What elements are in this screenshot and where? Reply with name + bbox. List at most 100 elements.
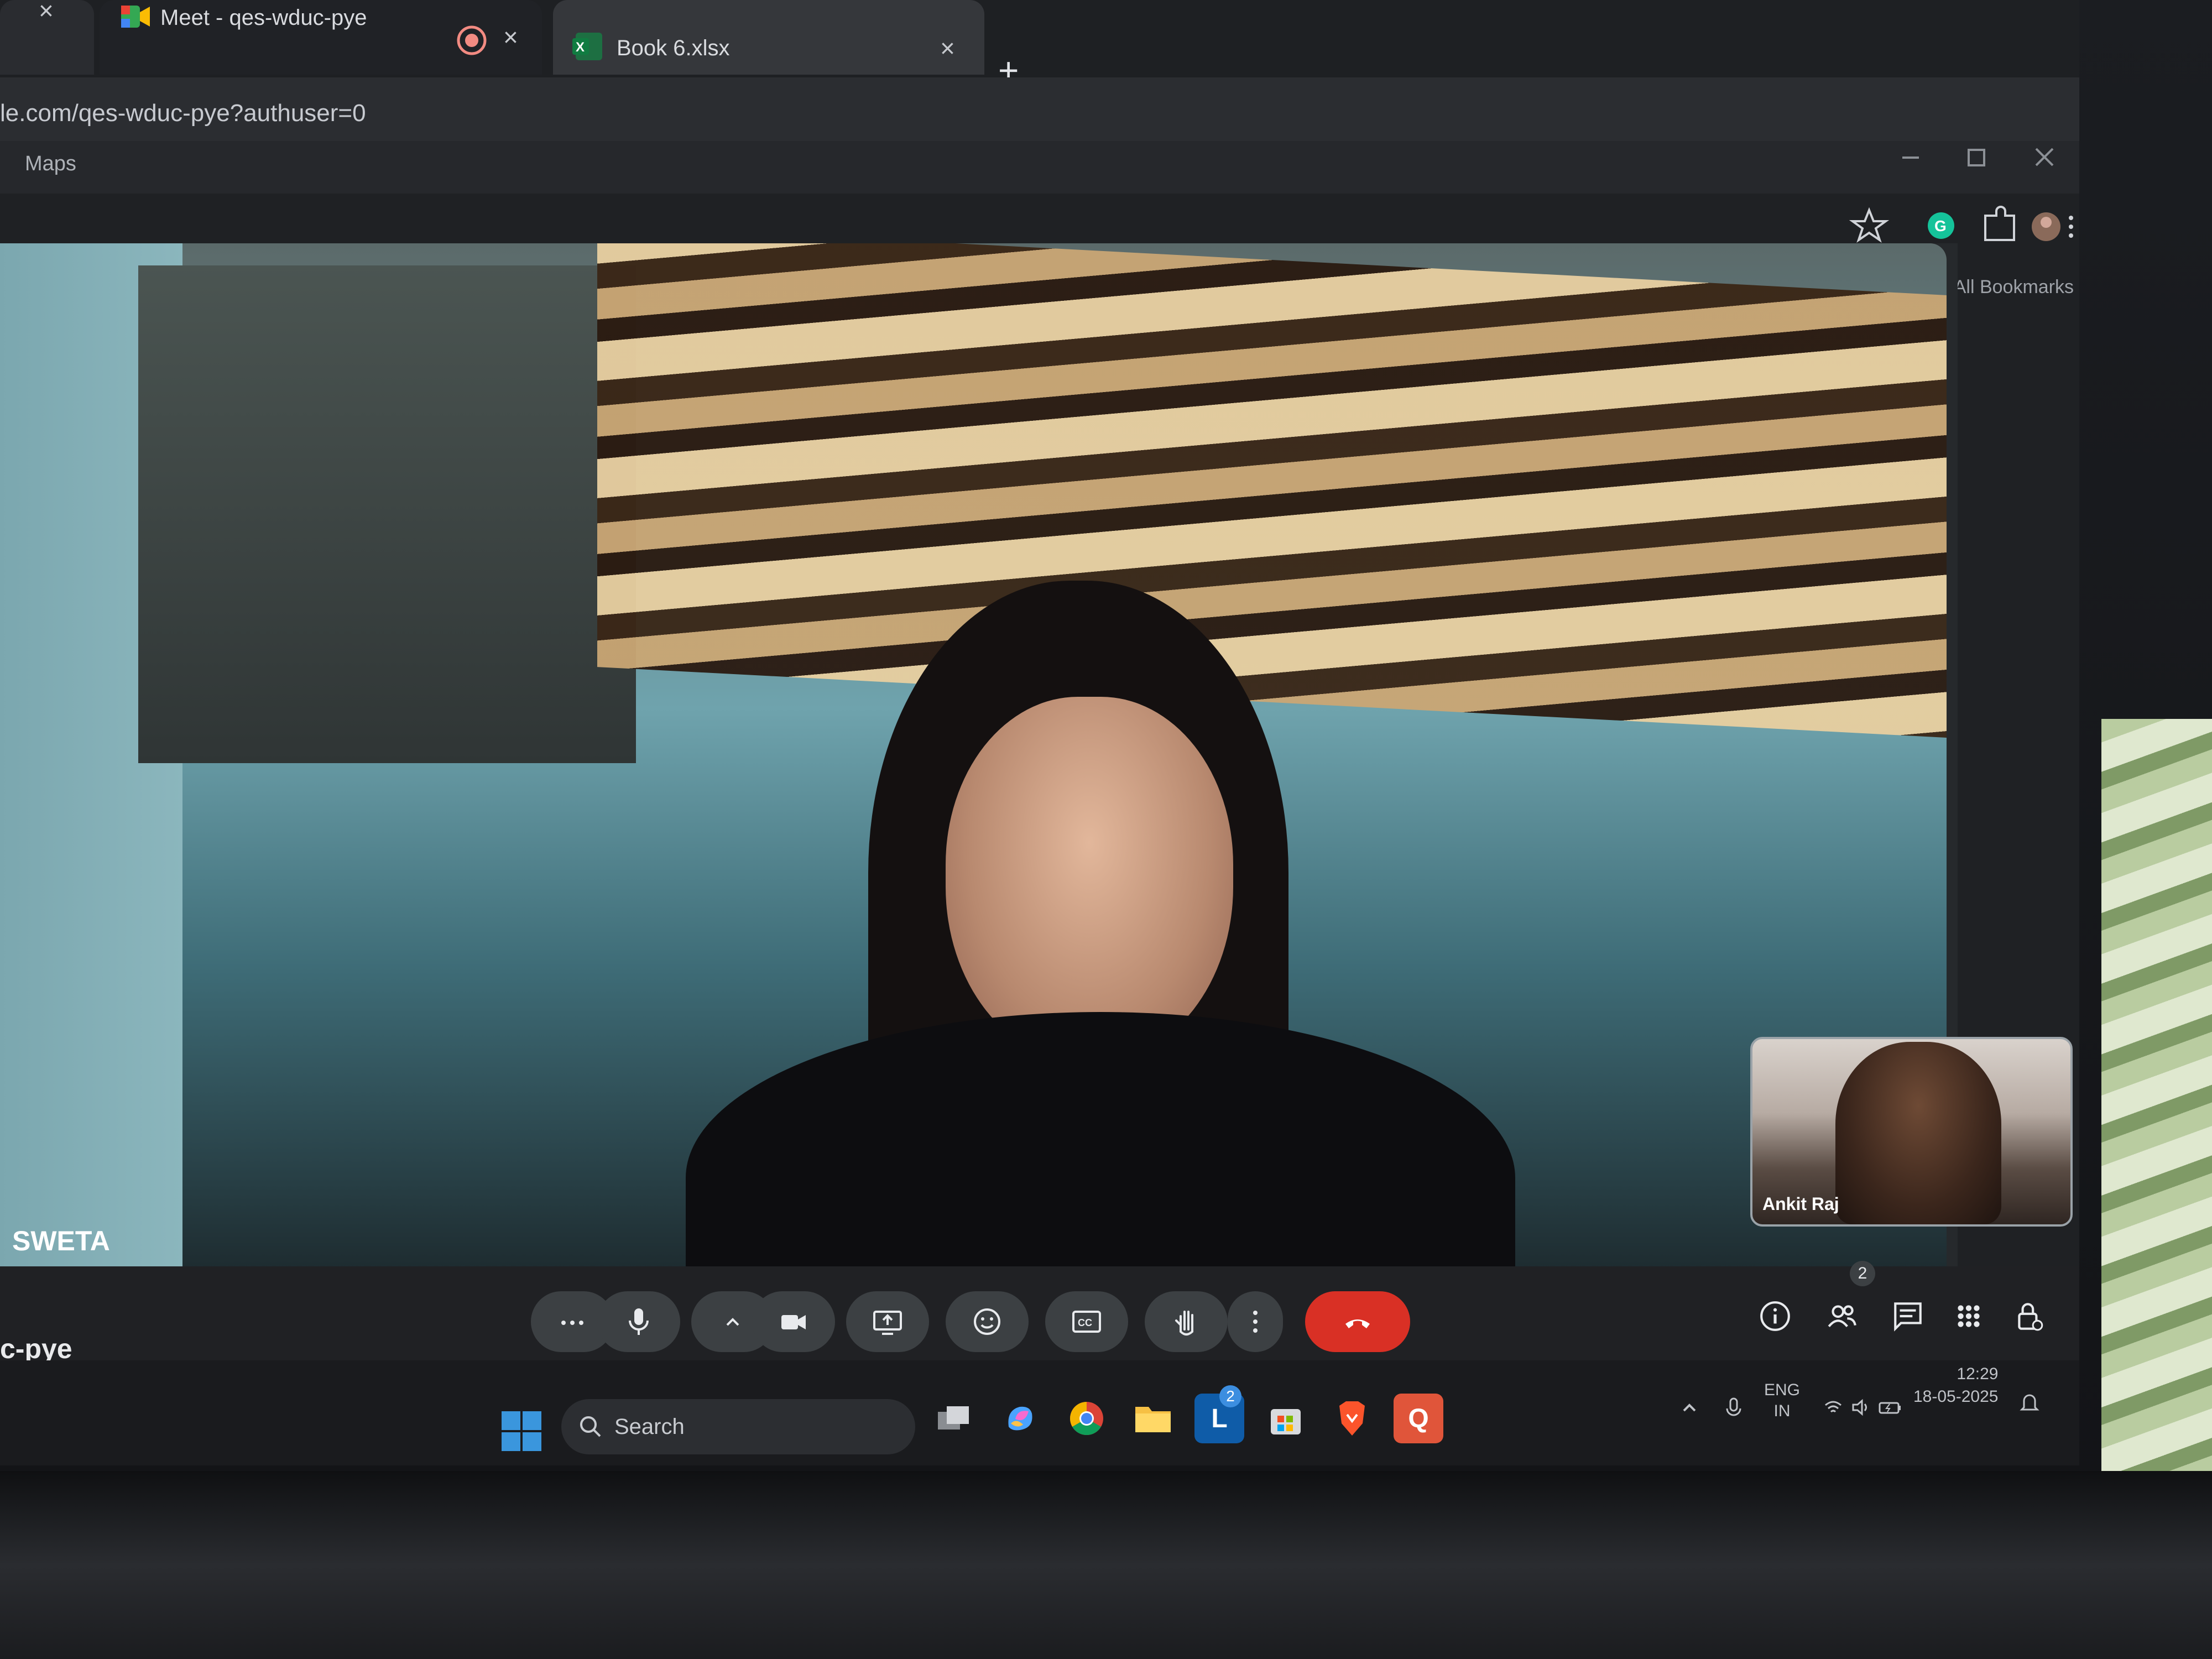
start-button[interactable]	[500, 1410, 542, 1452]
file-explorer-button[interactable]	[1128, 1394, 1178, 1443]
person-face	[946, 697, 1233, 1062]
window-controls	[1891, 141, 2068, 174]
host-controls-button[interactable]	[2002, 1288, 2057, 1344]
close-icon[interactable]: ×	[39, 0, 54, 25]
video-shelf	[138, 265, 636, 763]
tab-strip: × Meet - qes-wduc-pye × X Book 6.xlsx × …	[0, 0, 2079, 90]
people-button[interactable]	[1814, 1288, 1869, 1344]
chat-icon	[1894, 1302, 1922, 1332]
close-icon[interactable]	[2035, 148, 2054, 166]
q-app-icon: Q	[1408, 1404, 1429, 1433]
excel-icon: X	[572, 33, 602, 60]
menu-icon[interactable]	[2069, 216, 2073, 238]
q-app-button[interactable]: Q	[1394, 1394, 1443, 1443]
emoji-button[interactable]	[946, 1291, 1029, 1352]
svg-text:X: X	[576, 40, 585, 55]
language-region: IN	[1773, 1401, 1791, 1420]
store-icon	[1271, 1409, 1301, 1434]
chat-button[interactable]	[1880, 1288, 1936, 1344]
self-view-name: Ankit Raj	[1762, 1194, 1839, 1214]
camera-button[interactable]	[752, 1291, 835, 1352]
tab-book[interactable]: X Book 6.xlsx ×	[553, 0, 984, 75]
folder-icon	[1135, 1407, 1171, 1432]
more-options-button[interactable]	[1228, 1291, 1283, 1352]
present-button[interactable]	[846, 1291, 929, 1352]
tab-book-title: Book 6.xlsx	[617, 36, 730, 60]
clock[interactable]: 12:29 18-05-2025	[1913, 1363, 1998, 1408]
end-call-icon	[1345, 1319, 1370, 1328]
raise-hand-button[interactable]	[1145, 1291, 1228, 1352]
taskbar-search[interactable]: Search	[561, 1399, 915, 1454]
laptop-screen: × Meet - qes-wduc-pye × X Book 6.xlsx × …	[0, 0, 2079, 1465]
meeting-details-button[interactable]	[1747, 1288, 1803, 1344]
camera-icon	[781, 1315, 806, 1329]
microphone-icon	[629, 1308, 649, 1335]
laptop-keyboard-deck	[0, 1471, 2212, 1659]
participant-count-badge: 2	[1850, 1261, 1875, 1286]
meet-logo-icon	[121, 6, 150, 28]
lens-app-icon: L	[1211, 1404, 1228, 1433]
chrome-icon	[1070, 1402, 1103, 1436]
chrome-taskbar-button[interactable]	[1062, 1394, 1112, 1443]
leave-call-button[interactable]	[1305, 1291, 1410, 1352]
info-icon	[1760, 1301, 1790, 1331]
close-icon[interactable]: ×	[503, 22, 518, 52]
captions-icon: CC	[1072, 1311, 1101, 1333]
host-controls-icon	[2018, 1303, 2043, 1331]
language-code: ENG	[1764, 1381, 1801, 1399]
store-button[interactable]	[1261, 1394, 1311, 1443]
brave-button[interactable]	[1327, 1394, 1377, 1443]
close-icon[interactable]: ×	[940, 33, 955, 63]
microphone-button[interactable]	[597, 1291, 680, 1352]
recording-icon	[457, 25, 487, 55]
language-indicator[interactable]: ENG IN	[1764, 1380, 1800, 1421]
clock-date: 18-05-2025	[1913, 1387, 1999, 1406]
restore-icon[interactable]	[1968, 149, 1985, 166]
copilot-icon	[1008, 1406, 1032, 1431]
bookmarks-bar	[0, 141, 2079, 194]
participant-name: SWETA	[12, 1225, 110, 1256]
main-video-tile[interactable]: SWETA	[0, 243, 1947, 1277]
participant-video-person	[686, 581, 1515, 1277]
task-view-button[interactable]	[929, 1394, 979, 1443]
activities-button[interactable]	[1941, 1288, 1996, 1344]
wifi-icon[interactable]	[1822, 1396, 1844, 1418]
task-view-icon	[938, 1406, 969, 1430]
chevron-up-icon[interactable]	[1678, 1396, 1700, 1418]
brave-icon	[1339, 1401, 1365, 1436]
search-label: Search	[614, 1414, 685, 1439]
activities-icon	[1958, 1305, 1980, 1327]
star-icon[interactable]	[1849, 207, 1890, 243]
person-body	[686, 1012, 1515, 1277]
notifications-icon[interactable]	[2018, 1391, 2041, 1415]
system-tray: ENG IN	[1670, 1374, 2079, 1452]
people-icon	[1828, 1305, 1856, 1327]
copilot-button[interactable]	[995, 1394, 1045, 1443]
captions-button[interactable]: CC	[1045, 1291, 1128, 1352]
windows-logo-icon	[502, 1411, 541, 1451]
self-view-person	[1835, 1042, 2001, 1224]
chevron-up-icon	[726, 1318, 739, 1326]
emoji-icon	[974, 1308, 1000, 1335]
clock-time: 12:29	[1957, 1365, 1999, 1383]
profile-avatar-icon[interactable]	[2032, 212, 2060, 241]
volume-icon[interactable]	[1850, 1396, 1872, 1418]
extensions-icon[interactable]	[1984, 206, 2015, 241]
bookmark-maps[interactable]: Maps	[25, 152, 76, 176]
grammarly-icon[interactable]: G	[1928, 212, 1954, 239]
raise-hand-icon	[1175, 1311, 1193, 1335]
all-bookmarks-label: All Bookmarks	[1953, 276, 2074, 298]
tab-meet[interactable]: Meet - qes-wduc-pye ×	[100, 0, 542, 75]
meet-stage: SWETA	[0, 243, 1958, 1277]
svg-text:G: G	[1934, 217, 1947, 234]
self-view-tile[interactable]: Ankit Raj	[1750, 1037, 2073, 1227]
notification-badge: 2	[1219, 1385, 1241, 1407]
url-text[interactable]: le.com/qes-wduc-pye?authuser=0	[0, 100, 366, 127]
more-icon	[561, 1321, 583, 1325]
battery-icon[interactable]	[1877, 1396, 1903, 1418]
tab-meet-title: Meet - qes-wduc-pye	[160, 6, 367, 30]
present-icon	[873, 1311, 902, 1335]
microphone-icon[interactable]	[1723, 1396, 1745, 1422]
tab-partial[interactable]: ×	[0, 0, 94, 75]
search-icon	[580, 1416, 601, 1437]
